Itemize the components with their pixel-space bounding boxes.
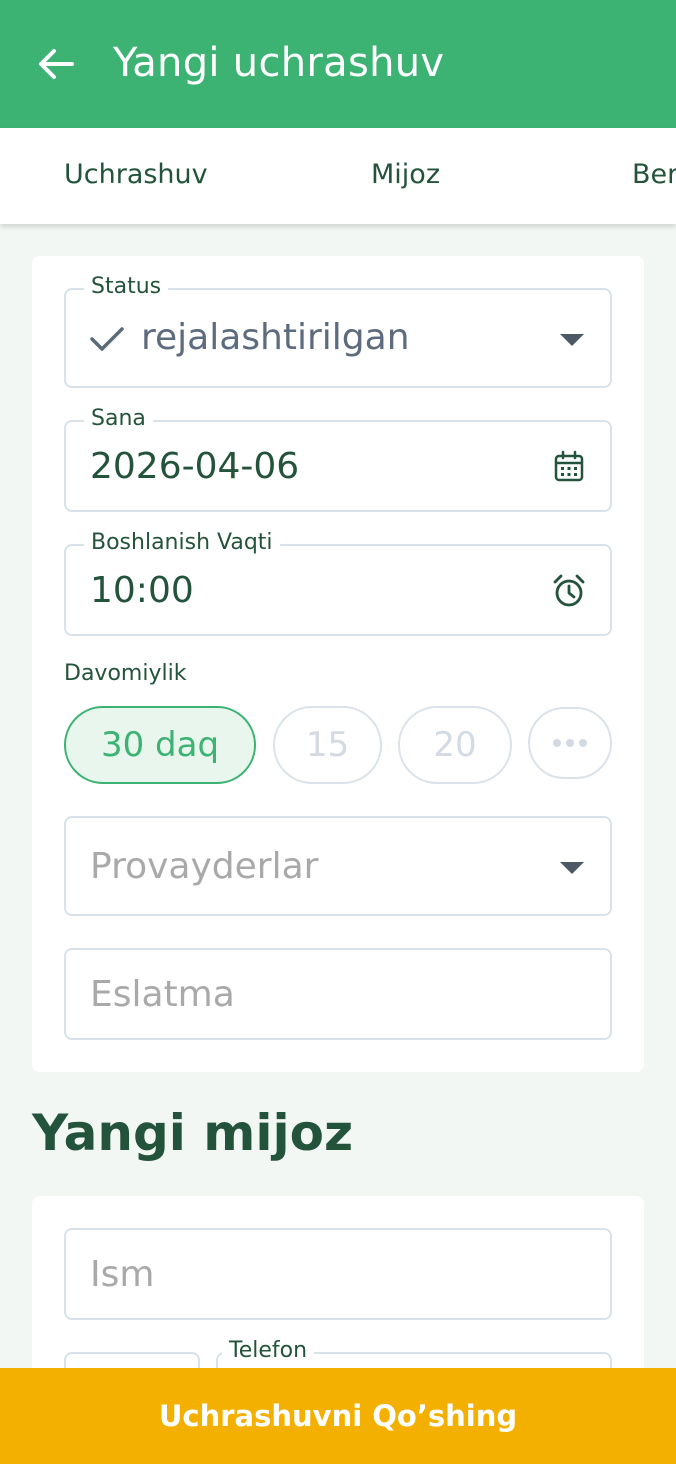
status-select[interactable]: Status rejalashtirilgan [64,274,612,388]
back-button[interactable] [36,44,76,84]
phone-label: Telefon [222,1338,315,1363]
providers-select[interactable]: Provayderlar [64,816,612,916]
start-time-value: 10:00 [90,570,194,611]
date-value: 2026-04-06 [90,446,300,487]
chevron-down-icon [560,862,584,874]
status-value: rejalashtirilgan [141,317,410,358]
start-time-field[interactable]: Boshlanish Vaqti 10:00 [64,530,612,636]
app-bar: Yangi uchrashuv [0,0,676,128]
more-horizontal-icon [553,739,587,747]
duration-label: Davomiylik [64,661,187,686]
alarm-clock-icon[interactable] [552,574,586,608]
duration-chip-15[interactable]: 15 [273,706,382,784]
add-appointment-button[interactable]: Uchrashuvni Qo’shing [0,1368,676,1464]
tab-partial[interactable]: Ber [632,159,676,190]
chevron-down-icon [560,334,584,346]
page-title: Yangi uchrashuv [113,40,445,86]
appointment-card: Status rejalashtirilgan Sana 2026-04-06 … [32,256,644,1072]
date-field[interactable]: Sana 2026-04-06 [64,406,612,512]
tab-bar: Uchrashuv Mijoz Ber [0,128,676,224]
check-icon [90,327,124,351]
new-client-title: Yangi mijoz [32,1104,354,1162]
note-field[interactable]: Eslatma [64,948,612,1040]
start-time-label: Boshlanish Vaqti [84,530,280,555]
tab-client[interactable]: Mijoz [371,159,440,190]
providers-placeholder: Provayderlar [90,846,319,887]
duration-chip-20[interactable]: 20 [398,706,512,784]
calendar-icon[interactable] [552,450,586,484]
name-placeholder: Ism [90,1254,155,1295]
name-field[interactable]: Ism [64,1228,612,1320]
tab-appointment[interactable]: Uchrashuv [64,159,208,190]
duration-chip-30[interactable]: 30 daq [64,706,256,784]
note-placeholder: Eslatma [90,974,235,1015]
duration-more-button[interactable] [528,707,612,779]
arrow-left-icon [39,49,74,79]
date-label: Sana [84,406,153,431]
status-label: Status [84,274,169,299]
